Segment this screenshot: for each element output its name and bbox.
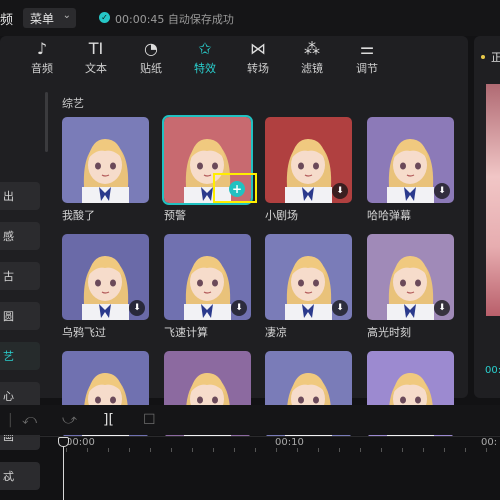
ruler-tick: [402, 448, 403, 452]
tab-label: 滤镜: [301, 62, 323, 75]
tab-0[interactable]: ♪ 音频: [20, 38, 64, 76]
download-icon[interactable]: ⬇: [129, 300, 145, 316]
effect-name: 高光时刻: [367, 326, 411, 339]
toolbar-divider: |: [8, 412, 13, 428]
tab-label: 贴纸: [140, 62, 162, 75]
category-item[interactable]: 艺: [0, 342, 40, 370]
preview-timecode: 00:: [485, 365, 500, 376]
ruler-tick: [465, 448, 466, 452]
text-icon: TI: [88, 39, 104, 58]
ruler-mark: 00:10: [275, 437, 304, 448]
tab-label: 音频: [31, 62, 53, 75]
ruler-tick: [255, 448, 256, 452]
ruler-tick: [339, 448, 340, 452]
effect-card[interactable]: ⬇: [367, 234, 454, 320]
tab-3[interactable]: ✩ 特效: [183, 38, 227, 76]
category-item[interactable]: 感: [0, 222, 40, 250]
section-title: 综艺: [62, 97, 84, 110]
ruler-tick: [192, 448, 193, 452]
category-scrollbar[interactable]: [45, 92, 48, 152]
effect-name: 飞速计算: [164, 326, 208, 339]
ruler-tick: [486, 448, 487, 452]
tab-6[interactable]: ⚌ 调节: [345, 38, 389, 76]
delete-icon[interactable]: ☐: [143, 412, 156, 428]
category-item[interactable]: 忒: [0, 462, 40, 490]
chevron-down-icon: ⌄: [62, 10, 71, 21]
adjust-icon: ⚌: [359, 39, 375, 58]
tab-label: 转场: [247, 62, 269, 75]
ruler-tick: [423, 448, 424, 452]
ruler-tick: [150, 448, 151, 452]
effect-card[interactable]: ⬇: [265, 234, 352, 320]
effect-card[interactable]: ⬇: [62, 234, 149, 320]
ruler-tick: [318, 448, 319, 452]
transition-icon: ⋈: [250, 39, 266, 58]
app-title: 频: [0, 13, 14, 28]
ruler-tick: [87, 448, 88, 452]
ruler-mark: 00:00: [66, 437, 95, 448]
category-item[interactable]: 圆: [0, 302, 40, 330]
tab-5[interactable]: ⁂ 滤镜: [290, 38, 334, 76]
ruler-mark: 00:: [481, 437, 498, 448]
filter-icon: ⁂: [304, 39, 320, 58]
effect-name: 预警: [164, 209, 186, 222]
tab-4[interactable]: ⋈ 转场: [236, 38, 280, 76]
download-icon[interactable]: ⬇: [332, 300, 348, 316]
autosave-status: 00:00:45 自动保存成功: [115, 13, 234, 26]
add-effect-button[interactable]: +: [229, 181, 245, 197]
effect-card[interactable]: ⬇: [265, 117, 352, 203]
redo-icon[interactable]: ⤻: [62, 412, 77, 428]
preview-canvas[interactable]: [486, 84, 500, 316]
category-item[interactable]: 出: [0, 182, 40, 210]
undo-icon[interactable]: ⤺: [22, 412, 37, 428]
effect-name: 小剧场: [265, 209, 298, 222]
category-list: 出感古圆艺心画忒: [0, 88, 50, 490]
effects-icon: ✩: [198, 39, 212, 58]
ruler-tick: [66, 448, 67, 452]
download-icon[interactable]: ⬇: [434, 183, 450, 199]
ruler-tick: [360, 448, 361, 452]
category-item[interactable]: 古: [0, 262, 40, 290]
tab-1[interactable]: TI 文本: [74, 38, 118, 76]
effect-name: 哈哈弹幕: [367, 209, 411, 222]
menu-button[interactable]: 菜单 ⌄: [23, 8, 76, 28]
effect-name: 凄凉: [265, 326, 287, 339]
effect-card[interactable]: ⬇: [164, 234, 251, 320]
ruler-tick: [444, 448, 445, 452]
save-check-icon: ✓: [99, 12, 110, 23]
audio-icon: ♪: [36, 39, 48, 58]
download-icon[interactable]: ⬇: [231, 300, 247, 316]
sticker-icon: ◔: [144, 39, 158, 58]
ruler-tick: [381, 448, 382, 452]
preview-title: 正: [491, 51, 500, 64]
tab-2[interactable]: ◔ 贴纸: [129, 38, 173, 76]
download-icon[interactable]: ⬇: [332, 183, 348, 199]
effect-name: 我酸了: [62, 209, 95, 222]
ruler-tick: [129, 448, 130, 452]
effect-card[interactable]: [62, 117, 149, 203]
ruler-tick: [297, 448, 298, 452]
ruler-tick: [234, 448, 235, 452]
tab-label: 调节: [356, 62, 378, 75]
tab-bar: ♪ 音频 TI 文本 ◔ 贴纸 ✩ 特效 ⋈ 转场 ⁂ 滤镜 ⚌ 调节: [0, 36, 468, 82]
ruler-tick: [276, 448, 277, 452]
effect-card[interactable]: ⬇: [367, 117, 454, 203]
anime-girl-thumbnail: [82, 139, 129, 203]
download-icon[interactable]: ⬇: [434, 300, 450, 316]
menu-label: 菜单: [30, 12, 55, 26]
playhead-handle[interactable]: [58, 437, 69, 447]
ruler-tick: [213, 448, 214, 452]
ruler-tick: [108, 448, 109, 452]
split-icon[interactable]: ][: [103, 412, 114, 428]
tab-label: 文本: [85, 62, 107, 75]
effect-name: 乌鸦飞过: [62, 326, 106, 339]
tab-label: 特效: [194, 62, 216, 75]
ruler-tick: [171, 448, 172, 452]
preview-dot-icon: [481, 55, 485, 59]
